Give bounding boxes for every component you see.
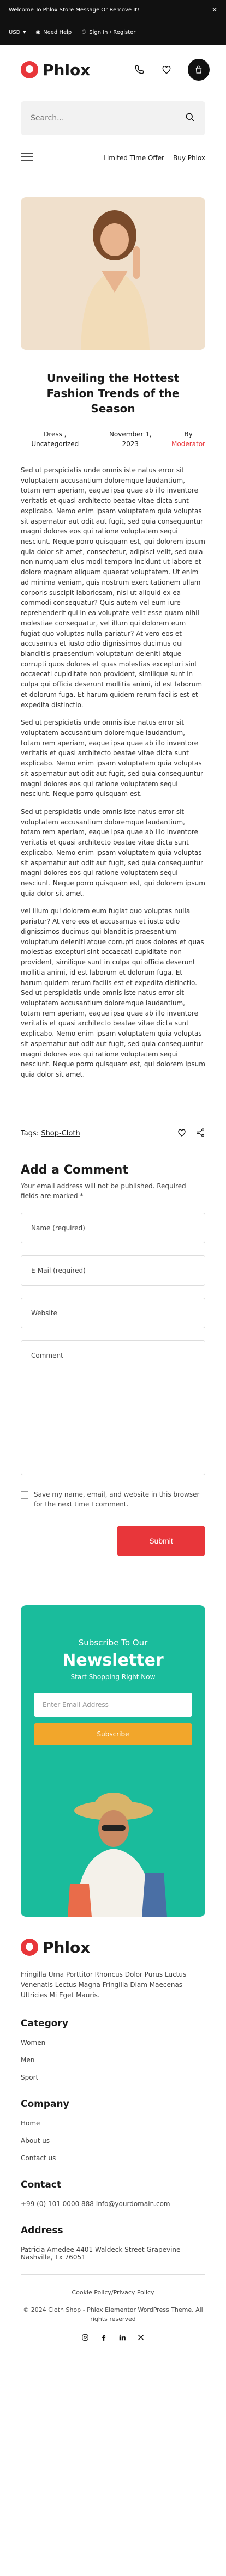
cart-button[interactable] (188, 59, 210, 81)
search-bar (21, 101, 205, 135)
search-icon[interactable] (185, 112, 195, 125)
name-field[interactable]: Name (required) (21, 1212, 205, 1243)
main-nav: Limited Time Offer Buy Phlox (0, 141, 226, 175)
twitter-icon[interactable] (137, 2333, 145, 2343)
logo-mark (21, 61, 38, 78)
save-info-label: Save my name, email, and website in this… (34, 1490, 200, 1508)
phone-icon[interactable] (133, 64, 145, 76)
site-logo[interactable]: Phlox (21, 61, 90, 79)
post-body: Sed ut perspiciatis unde omnis iste natu… (21, 465, 205, 1080)
instagram-icon[interactable] (81, 2333, 89, 2343)
tags-label: Tags: (21, 1129, 39, 1138)
newsletter-banner: Subscribe To Our Newsletter Start Shoppi… (21, 1605, 205, 1917)
footer-link-home[interactable]: Home (21, 2119, 205, 2127)
footer-link-men[interactable]: Men (21, 2056, 205, 2064)
logo-text: Phlox (43, 1938, 91, 1957)
chevron-down-icon: ▾ (23, 29, 26, 35)
post-title: Unveiling the Hottest Fashion Trends of … (46, 372, 180, 415)
heart-icon[interactable] (160, 64, 173, 76)
post-tags: Tags: Shop-Cloth (21, 1128, 205, 1140)
post-actions (177, 1128, 205, 1140)
newsletter-subtitle: Subscribe To Our (78, 1637, 148, 1648)
footer-heading-category: Category (21, 2018, 68, 2030)
utility-bar: USD ▾ ◉ Need Help ⚇ Sign In / Register (0, 20, 226, 45)
comment-heading: Add a Comment (21, 1163, 128, 1177)
currency-select[interactable]: USD ▾ (9, 29, 26, 35)
post-meta: Dress , Uncategorized November 1, 2023 B… (21, 429, 205, 449)
tags-row: Tags: Shop-Cloth (21, 1129, 80, 1138)
share-icon[interactable] (195, 1128, 205, 1140)
footer-link-about[interactable]: About us (21, 2137, 205, 2144)
website-field[interactable]: Website (21, 1297, 205, 1328)
newsletter-tagline: Start Shopping Right Now (70, 1673, 156, 1681)
divider (21, 2274, 205, 2275)
newsletter-title: Newsletter (62, 1650, 164, 1670)
footer-heading-address: Address (21, 2225, 63, 2237)
footer-link-contact[interactable]: Contact us (21, 2154, 205, 2162)
post-paragraph: Sed ut perspiciatis unde omnis iste natu… (21, 808, 205, 897)
footer-description: Fringilla Urna Porttitor Rhoncus Dolor P… (21, 1970, 187, 2000)
post-paragraph: vel illum qui dolorem eum fugiat quo vol… (21, 907, 205, 1078)
author-link[interactable]: Moderator (171, 440, 205, 448)
comment-textarea[interactable]: Comment (21, 1340, 205, 1475)
search-input[interactable] (31, 114, 183, 123)
post-paragraph: Sed ut perspiciatis unde omnis iste natu… (21, 466, 205, 709)
site-footer: Phlox Fringilla Urna Porttitor Rhoncus D… (21, 1939, 205, 2343)
comment-form: Add a Comment Your email address will no… (21, 1163, 205, 1556)
save-info-row: Save my name, email, and website in this… (21, 1490, 205, 1509)
top-bar: Welcome To Phlox Store Message Or Remove… (0, 0, 226, 45)
footer-heading-company: Company (21, 2099, 69, 2110)
nav-link-limited-offer[interactable]: Limited Time Offer (103, 154, 164, 162)
signin-link[interactable]: ⚇ Sign In / Register (81, 29, 135, 35)
facebook-icon[interactable] (100, 2333, 108, 2343)
logo-text: Phlox (43, 60, 91, 79)
post-paragraph: Sed ut perspiciatis unde omnis iste natu… (21, 719, 203, 798)
email-field[interactable]: E-Mail (required) (21, 1255, 205, 1286)
help-label: Need Help (43, 29, 72, 35)
heart-icon[interactable] (177, 1128, 187, 1140)
cart-icon (195, 65, 202, 74)
woman-photo-illustration (21, 197, 205, 350)
tag-link[interactable]: Shop-Cloth (41, 1129, 80, 1138)
footer-policy-links[interactable]: Cookie Policy/Privacy Policy (21, 2288, 205, 2298)
post-date: November 1, 2023 (109, 430, 152, 448)
comment-note: Your email address will not be published… (21, 1182, 186, 1200)
post-hero-image (21, 197, 205, 350)
social-links (21, 2333, 205, 2343)
submit-button[interactable]: Submit (117, 1525, 205, 1556)
footer-link-women[interactable]: Women (21, 2039, 205, 2046)
menu-icon[interactable] (21, 152, 33, 163)
welcome-text: Welcome To Phlox Store Message Or Remove… (9, 7, 140, 13)
footer-logo[interactable]: Phlox (21, 1939, 205, 1957)
site-header: Phlox (0, 45, 226, 95)
footer-copyright: © 2024 Cloth Shop - Phlox Elementor Word… (23, 2306, 203, 2323)
post-author: By Moderator (171, 429, 205, 449)
author-by-label: By (184, 430, 193, 438)
newsletter-email-input[interactable]: Enter Email Address (34, 1692, 192, 1717)
footer-link-sport[interactable]: Sport (21, 2074, 205, 2081)
save-info-checkbox[interactable] (21, 1491, 28, 1499)
currency-label: USD (9, 29, 21, 35)
help-icon: ◉ (35, 29, 41, 35)
footer-heading-contact: Contact (21, 2179, 62, 2191)
post-category[interactable]: Dress , Uncategorized (21, 429, 90, 449)
nav-links: Limited Time Offer Buy Phlox (103, 154, 205, 162)
linkedin-icon[interactable] (118, 2333, 126, 2343)
signin-label: Sign In / Register (89, 29, 136, 35)
welcome-bar: Welcome To Phlox Store Message Or Remove… (0, 0, 226, 20)
subscribe-button[interactable]: Subscribe (34, 1723, 192, 1745)
logo-mark (21, 1939, 38, 1957)
footer-contact-info: +99 (0) 101 0000 888 Info@yourdomain.com (21, 2200, 170, 2208)
close-icon[interactable]: ✕ (212, 6, 217, 14)
nav-link-buy-phlox[interactable]: Buy Phlox (173, 154, 205, 162)
header-icons (133, 59, 210, 81)
newsletter-photo (21, 1759, 205, 1917)
footer-address: Patricia Amedee 4401 Waldeck Street Grap… (21, 2246, 181, 2262)
help-link[interactable]: ◉ Need Help (35, 29, 72, 35)
user-icon: ⚇ (81, 29, 87, 35)
